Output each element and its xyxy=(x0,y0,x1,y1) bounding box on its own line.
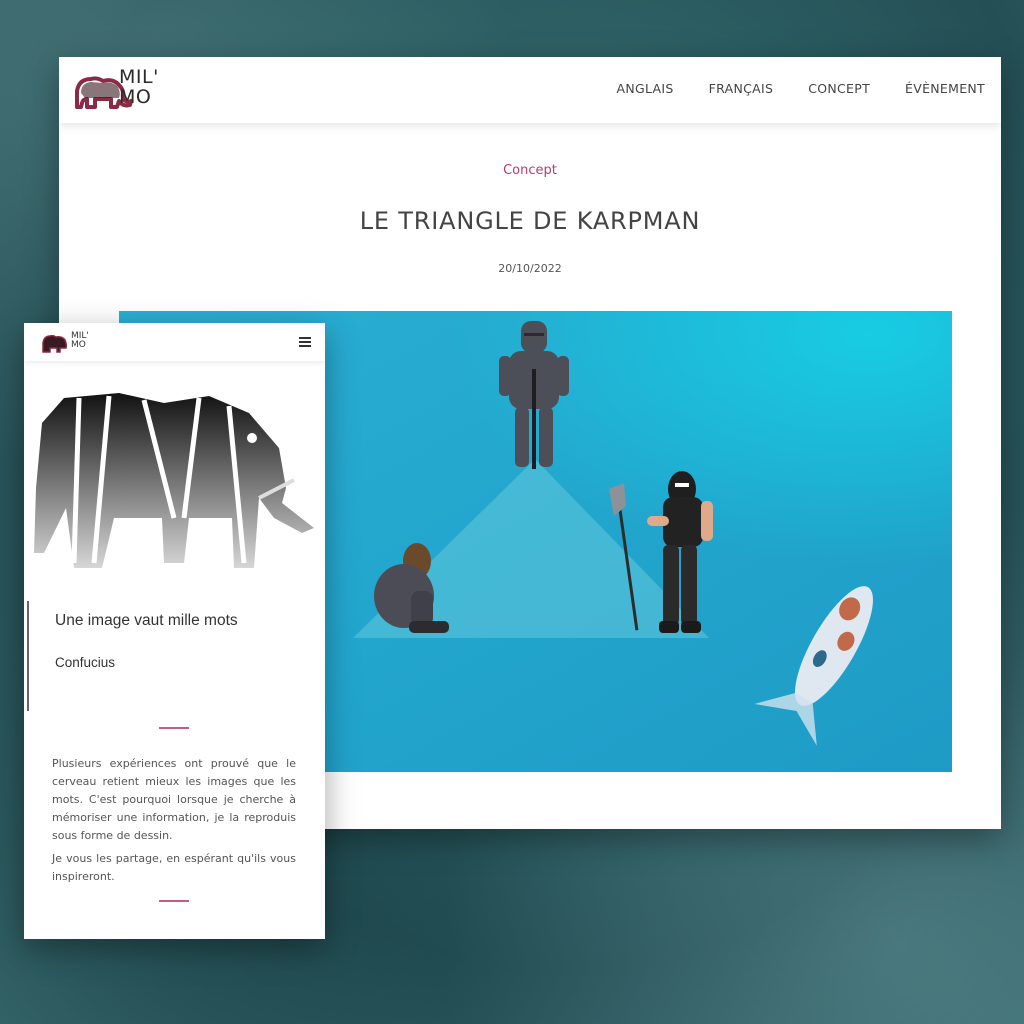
divider xyxy=(159,727,189,729)
mobile-page: MIL' MO Une image vaut mille mots Confuc… xyxy=(24,323,325,939)
post-date: 20/10/2022 xyxy=(498,262,562,275)
logo-text: MIL' MO xyxy=(71,332,89,350)
logo-text-line2: MO xyxy=(71,340,86,350)
milmo-elephant-lettering-icon xyxy=(34,393,314,568)
quote-author: Confucius xyxy=(55,655,116,670)
hamburger-icon[interactable] xyxy=(299,337,311,347)
main-nav: ANGLAIS FRANÇAIS CONCEPT ÉVÈNEMENT xyxy=(617,81,986,96)
logo-text: MIL' MO xyxy=(119,67,159,107)
quote-text: Une image vaut mille mots xyxy=(55,612,238,629)
nav-item-concept[interactable]: CONCEPT xyxy=(808,81,870,96)
site-header: MIL' MO ANGLAIS FRANÇAIS CONCEPT ÉVÈNEME… xyxy=(59,57,1001,123)
logo-text-line1: MIL' xyxy=(119,66,159,88)
nav-item-evenement[interactable]: ÉVÈNEMENT xyxy=(905,81,985,96)
divider xyxy=(159,900,189,902)
intro-text: Plusieurs expériences ont prouvé que le … xyxy=(52,755,296,891)
mobile-header: MIL' MO xyxy=(24,323,325,361)
intro-paragraph-2: Je vous les partage, en espérant qu'ils … xyxy=(52,852,296,883)
nav-item-francais[interactable]: FRANÇAIS xyxy=(709,81,774,96)
nav-item-anglais[interactable]: ANGLAIS xyxy=(617,81,674,96)
post-category[interactable]: Concept xyxy=(59,163,1001,178)
post-title: LE TRIANGLE DE KARPMAN xyxy=(359,207,701,235)
logo-text-line2: MO xyxy=(119,86,152,108)
intro-paragraph-1: Plusieurs expériences ont prouvé que le … xyxy=(52,757,296,842)
quote-bar xyxy=(27,601,29,711)
